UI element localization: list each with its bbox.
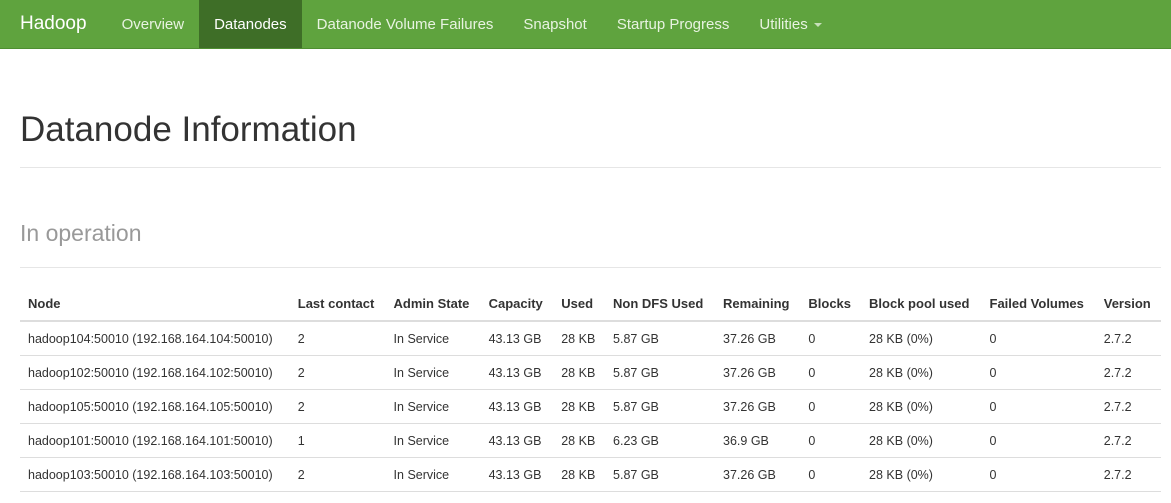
cell-capacity: 43.13 GB [480, 389, 554, 424]
col-version: Version [1095, 287, 1161, 322]
cell-last-contact: 2 [289, 457, 386, 492]
page-title: Datanode Information [20, 111, 1161, 168]
cell-remaining: 37.26 GB [715, 389, 801, 424]
cell-non-dfs-used: 5.87 GB [605, 321, 716, 356]
cell-admin-state: In Service [385, 389, 481, 424]
cell-admin-state: In Service [385, 321, 481, 356]
col-admin-state: Admin State [385, 287, 481, 322]
cell-version: 2.7.2 [1095, 423, 1161, 458]
cell-node: hadoop105:50010 (192.168.164.105:50010) [20, 389, 290, 424]
cell-last-contact: 2 [289, 321, 386, 356]
cell-version: 2.7.2 [1095, 457, 1161, 492]
table-row: hadoop101:50010 (192.168.164.101:50010) … [20, 423, 1161, 458]
cell-last-contact: 2 [289, 389, 386, 424]
cell-version: 2.7.2 [1095, 355, 1161, 390]
nav-snapshot[interactable]: Snapshot [508, 0, 601, 48]
cell-node: hadoop104:50010 (192.168.164.104:50010) [20, 321, 290, 356]
cell-remaining: 36.9 GB [715, 423, 801, 458]
cell-last-contact: 1 [289, 423, 386, 458]
cell-capacity: 43.13 GB [480, 321, 554, 356]
cell-admin-state: In Service [385, 457, 481, 492]
cell-remaining: 37.26 GB [715, 321, 801, 356]
cell-blocks: 0 [800, 423, 862, 458]
nav-datanodes[interactable]: Datanodes [199, 0, 302, 48]
cell-capacity: 43.13 GB [480, 457, 554, 492]
cell-node: hadoop101:50010 (192.168.164.101:50010) [20, 423, 290, 458]
cell-blocks: 0 [800, 355, 862, 390]
cell-non-dfs-used: 5.87 GB [605, 355, 716, 390]
cell-failed-volumes: 0 [981, 321, 1096, 356]
col-remaining: Remaining [715, 287, 801, 322]
nav-utilities-label: Utilities [759, 15, 808, 33]
cell-blocks: 0 [800, 321, 862, 356]
table-row: hadoop102:50010 (192.168.164.102:50010) … [20, 355, 1161, 390]
cell-used: 28 KB [553, 321, 606, 356]
cell-non-dfs-used: 5.87 GB [605, 389, 716, 424]
nav-startup-progress[interactable]: Startup Progress [602, 0, 745, 48]
cell-block-pool-used: 28 KB (0%) [861, 389, 982, 424]
cell-block-pool-used: 28 KB (0%) [861, 355, 982, 390]
nav-datanode-volume-failures[interactable]: Datanode Volume Failures [302, 0, 509, 48]
brand-link[interactable]: Hadoop [0, 0, 107, 48]
cell-remaining: 37.26 GB [715, 457, 801, 492]
cell-block-pool-used: 28 KB (0%) [861, 457, 982, 492]
cell-used: 28 KB [553, 355, 606, 390]
cell-used: 28 KB [553, 389, 606, 424]
cell-failed-volumes: 0 [981, 457, 1096, 492]
cell-remaining: 37.26 GB [715, 355, 801, 390]
table-row: hadoop104:50010 (192.168.164.104:50010) … [20, 321, 1161, 356]
col-block-pool-used: Block pool used [861, 287, 982, 322]
top-navbar: Hadoop Overview Datanodes Datanode Volum… [0, 0, 1171, 49]
section-title: In operation [20, 220, 1161, 268]
cell-node: hadoop103:50010 (192.168.164.103:50010) [20, 457, 290, 492]
cell-failed-volumes: 0 [981, 355, 1096, 390]
cell-admin-state: In Service [385, 355, 481, 390]
cell-node: hadoop102:50010 (192.168.164.102:50010) [20, 355, 290, 390]
cell-used: 28 KB [553, 423, 606, 458]
cell-block-pool-used: 28 KB (0%) [861, 321, 982, 356]
col-last-contact: Last contact [289, 287, 386, 322]
cell-version: 2.7.2 [1095, 389, 1161, 424]
cell-version: 2.7.2 [1095, 321, 1161, 356]
nav-utilities-dropdown[interactable]: Utilities [744, 0, 836, 48]
caret-down-icon [813, 23, 822, 27]
cell-blocks: 0 [800, 457, 862, 492]
col-capacity: Capacity [480, 287, 554, 322]
col-blocks: Blocks [800, 287, 862, 322]
datanodes-table: Node Last contact Admin State Capacity U… [20, 287, 1161, 492]
main-content: Datanode Information In operation Node L… [0, 111, 1161, 492]
col-node: Node [20, 287, 290, 322]
cell-capacity: 43.13 GB [480, 355, 554, 390]
cell-failed-volumes: 0 [981, 389, 1096, 424]
col-failed-volumes: Failed Volumes [981, 287, 1096, 322]
cell-block-pool-used: 28 KB (0%) [861, 423, 982, 458]
table-header-row: Node Last contact Admin State Capacity U… [20, 287, 1161, 322]
col-non-dfs-used: Non DFS Used [605, 287, 716, 322]
cell-failed-volumes: 0 [981, 423, 1096, 458]
cell-capacity: 43.13 GB [480, 423, 554, 458]
cell-non-dfs-used: 6.23 GB [605, 423, 716, 458]
cell-blocks: 0 [800, 389, 862, 424]
cell-used: 28 KB [553, 457, 606, 492]
cell-admin-state: In Service [385, 423, 481, 458]
table-row: hadoop103:50010 (192.168.164.103:50010) … [20, 457, 1161, 492]
table-row: hadoop105:50010 (192.168.164.105:50010) … [20, 389, 1161, 424]
col-used: Used [553, 287, 606, 322]
cell-last-contact: 2 [289, 355, 386, 390]
nav-overview[interactable]: Overview [107, 0, 200, 48]
cell-non-dfs-used: 5.87 GB [605, 457, 716, 492]
